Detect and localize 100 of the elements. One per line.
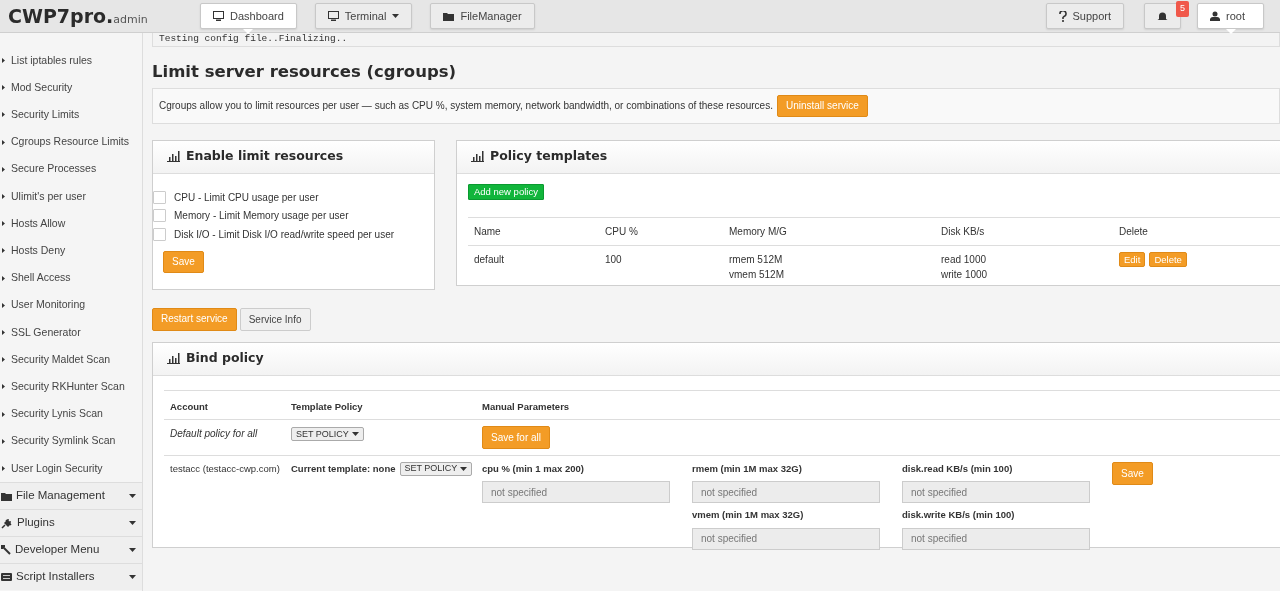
sidebar-item[interactable]: Security Maldet Scan	[0, 346, 142, 374]
column-header: Manual Parameters	[481, 399, 571, 414]
field-label: disk.write KB/s (min 100)	[902, 508, 1016, 523]
sidebar-item[interactable]: User Monitoring	[0, 291, 142, 319]
sidebar-item[interactable]: Security Limits	[0, 101, 142, 129]
policy-select[interactable]: SET POLICY	[291, 427, 364, 442]
sidebar-section[interactable]: Developer Menu	[0, 536, 142, 563]
keyboard-icon	[1, 573, 12, 581]
caret-icon	[129, 494, 136, 498]
sidebar-item[interactable]: Cgroups Resource Limits	[0, 128, 142, 156]
sidebar-item[interactable]: Secure Processes	[0, 155, 142, 183]
caret-icon	[129, 575, 136, 579]
nav-tab[interactable]: Terminal	[314, 3, 413, 29]
field-label: cpu % (min 1 max 200)	[482, 462, 585, 477]
checkbox-option[interactable]: Memory - Limit Memory usage per user	[153, 206, 424, 225]
bell-icon	[1157, 11, 1169, 21]
table-cell-text: rmem 512M	[729, 252, 784, 267]
wrench-icon	[1, 545, 11, 555]
sidebar-item[interactable]: Hosts Allow	[0, 210, 142, 238]
field-label: disk.read KB/s (min 100)	[902, 462, 1014, 477]
sidebar-item[interactable]: Ulimit's per user	[0, 182, 142, 211]
page-title: Limit server resources (cgroups)	[152, 62, 458, 82]
sidebar-section[interactable]: File Management	[0, 482, 142, 509]
bullet-icon	[2, 85, 5, 91]
table-cell-text: write 1000	[941, 267, 989, 282]
policy-select[interactable]: SET POLICY	[399, 462, 473, 477]
checkbox-option[interactable]: CPU - Limit CPU usage per user	[153, 187, 424, 207]
card-title: Enable limit resources	[186, 147, 344, 166]
field-label: vmem (min 1M max 32G)	[692, 508, 805, 523]
column-header: Memory M/G	[723, 216, 935, 246]
account-cell-text: testacc (testacc-cwp.com)	[169, 462, 281, 477]
bullet-icon	[2, 112, 5, 118]
checkbox-option[interactable]: Disk I/O - Limit Disk I/O read/write speed per user	[153, 224, 424, 244]
column-header: CPU %	[599, 216, 723, 246]
field-label: rmem (min 1M max 32G)	[692, 462, 803, 477]
help-icon	[1058, 10, 1067, 22]
table-cell-text: read 1000	[941, 252, 988, 267]
folder-icon	[1, 491, 12, 501]
column-header: Delete	[1113, 216, 1280, 246]
bullet-icon	[2, 438, 5, 444]
sidebar-item[interactable]: Security Lynis Scan	[0, 400, 142, 428]
sidebar-item[interactable]: Security Symlink Scan	[0, 427, 142, 455]
sidebar-section[interactable]: Script Installers	[0, 563, 142, 590]
bullet-icon	[2, 139, 5, 145]
nav-tab[interactable]: FileManager	[430, 3, 535, 29]
bullet-icon	[2, 221, 5, 227]
plug-icon	[1, 517, 13, 529]
bullet-icon	[2, 302, 5, 308]
notification-count: 5	[1176, 1, 1190, 17]
bullet-icon	[2, 384, 5, 390]
intro-text: Cgroups allow you to limit resources per user — such as CPU %, system memory, network bandwidth, or combinations of these resources.	[159, 99, 773, 114]
column-header: Template Policy	[290, 399, 364, 414]
bullet-icon	[2, 465, 5, 471]
bullet-icon	[2, 194, 5, 200]
caret-icon	[351, 432, 359, 437]
caret-icon	[129, 521, 136, 525]
bullet-icon	[2, 275, 5, 281]
bar-chart-icon	[471, 151, 484, 163]
sidebar-section[interactable]: Plugins	[0, 509, 142, 536]
checkbox[interactable]	[153, 190, 166, 204]
service-button[interactable]: Service Info	[239, 307, 311, 331]
sidebar-item[interactable]: List iptables rules	[0, 47, 142, 75]
monitor-icon	[327, 11, 339, 21]
caret-icon	[460, 467, 468, 472]
account-cell-text: Default policy for all	[169, 427, 259, 442]
folder-icon	[443, 11, 455, 21]
bullet-icon	[2, 166, 5, 172]
sidebar-item[interactable]: Hosts Deny	[0, 237, 142, 265]
bar-chart-icon	[167, 151, 180, 163]
sidebar-item[interactable]: User Login Security	[0, 454, 142, 482]
console-output: Testing config file..Finalizing..	[152, 33, 1280, 47]
column-header: Name	[468, 216, 599, 246]
column-header: Disk KB/s	[935, 216, 1113, 246]
checkbox[interactable]	[153, 209, 166, 223]
table-cell-text: default	[473, 252, 506, 267]
caret-icon	[129, 548, 136, 552]
sidebar-item[interactable]: SSL Generator	[0, 318, 142, 347]
bullet-icon	[2, 329, 5, 335]
input-field[interactable]: not specified	[692, 481, 880, 504]
sidebar-item[interactable]: Security RKHunter Scan	[0, 373, 142, 401]
sidebar-item[interactable]: Shell Access	[0, 264, 142, 292]
bullet-icon	[2, 248, 5, 254]
column-header: Account	[169, 399, 209, 414]
card-title: Bind policy	[186, 349, 264, 368]
table-cell-text: vmem 512M	[729, 267, 785, 282]
bullet-icon	[2, 411, 5, 417]
bar-chart-icon	[167, 353, 180, 365]
input-field[interactable]: not specified	[482, 481, 670, 504]
input-field[interactable]: not specified	[902, 527, 1090, 550]
current-template-label: Current template: none	[291, 462, 396, 477]
app-logo: CWP7pro.admin	[7, 3, 149, 29]
sidebar-item[interactable]: Mod Security	[0, 74, 142, 102]
card-title: Policy templates	[490, 147, 608, 166]
bullet-icon	[2, 357, 5, 363]
monitor-icon	[213, 11, 224, 21]
input-field[interactable]: not specified	[902, 481, 1090, 504]
checkbox[interactable]	[153, 227, 166, 241]
notifications-button[interactable]	[1144, 3, 1182, 29]
support-button[interactable]: Support	[1045, 3, 1125, 29]
input-field[interactable]: not specified	[692, 527, 880, 550]
